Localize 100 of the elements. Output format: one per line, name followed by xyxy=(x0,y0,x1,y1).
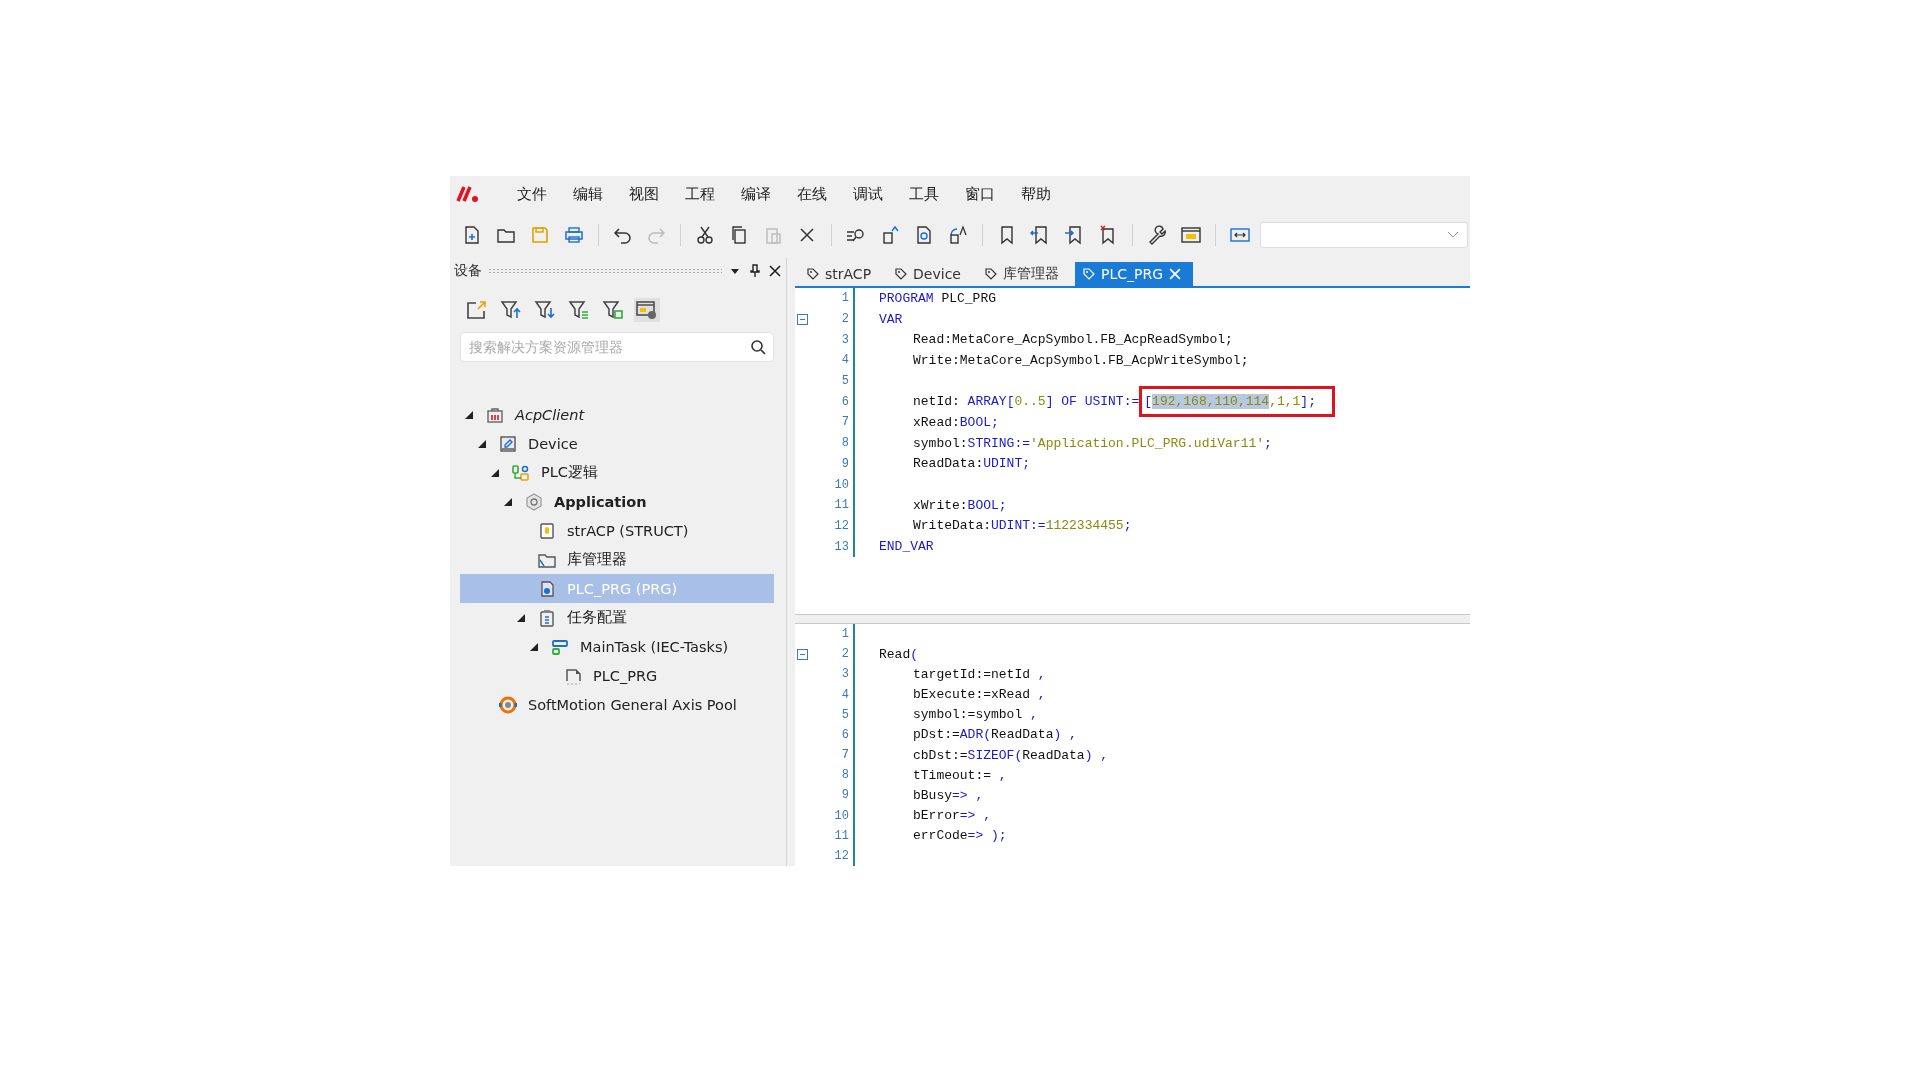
menu-item[interactable]: 编译 xyxy=(728,184,784,204)
expand-triangle-icon[interactable] xyxy=(529,641,539,652)
editor-tab[interactable]: Device xyxy=(887,262,973,286)
line-number: 10 xyxy=(833,808,850,823)
search-field[interactable]: 搜索解决方案资源管理器 xyxy=(460,332,774,362)
struct-icon xyxy=(538,521,556,540)
expand-triangle-icon[interactable] xyxy=(516,612,526,623)
line-number: 2 xyxy=(840,312,850,327)
line-number: 11 xyxy=(833,828,850,843)
line-number: 1 xyxy=(840,291,850,306)
line-number: 4 xyxy=(840,687,850,702)
code-line: Read( xyxy=(879,646,919,662)
menu-item[interactable]: 视图 xyxy=(616,184,672,204)
expand-triangle-icon[interactable] xyxy=(464,409,474,420)
code-line: cbDst:=SIZEOF(ReadData) , xyxy=(913,747,1109,763)
code-line: symbol:STRING:='Application.PLC_PRG.udiVar11'; xyxy=(913,435,1272,451)
line-number: 3 xyxy=(840,332,850,347)
code-line: ReadData:UDINT; xyxy=(913,456,1031,472)
menu-item[interactable]: 编辑 xyxy=(560,184,616,204)
line-number: 2 xyxy=(840,647,850,662)
code-line: symbol:=symbol , xyxy=(913,707,1038,723)
code-line: xWrite:BOOL; xyxy=(913,497,1007,513)
expand-triangle-icon[interactable] xyxy=(490,467,500,478)
tree-item[interactable]: strACP (STRUCT) xyxy=(460,516,774,545)
code-line: targetId:=netId , xyxy=(913,666,1046,682)
dropdown-field[interactable] xyxy=(1259,222,1469,248)
tree-item[interactable]: SoftMotion General Axis Pool xyxy=(460,690,774,719)
menu-item[interactable]: 工程 xyxy=(672,184,728,204)
line-number: 5 xyxy=(840,374,850,389)
tree-item[interactable]: PLC逻辑 xyxy=(460,458,774,487)
plc-logic-icon xyxy=(512,463,530,482)
line-number: 4 xyxy=(840,353,850,368)
menu-item[interactable]: 文件 xyxy=(504,184,560,204)
tree-item[interactable]: Device xyxy=(460,429,774,458)
line-number: 12 xyxy=(833,518,850,533)
code-line: bError=> , xyxy=(913,808,992,824)
highlighted-code-annotation: [192,168,110,114,1,1]; xyxy=(1139,386,1335,418)
tree-item[interactable]: AcpClient xyxy=(460,400,774,429)
panel-title: 设备 xyxy=(454,262,482,280)
search-icon[interactable] xyxy=(750,339,766,355)
editor-tab[interactable]: strACP xyxy=(799,262,884,286)
line-number: 8 xyxy=(840,436,850,451)
line-number: 9 xyxy=(840,788,850,803)
line-number: 1 xyxy=(840,627,850,642)
code-line: WriteData:UDINT:=1122334455; xyxy=(913,518,1132,534)
line-number: 5 xyxy=(840,707,850,722)
collapse-icon[interactable] xyxy=(797,648,808,660)
program-call-icon xyxy=(564,666,582,685)
tree-item[interactable]: 库管理器 xyxy=(460,545,774,574)
tag-icon xyxy=(985,268,997,280)
code-line: bExecute:=xRead , xyxy=(913,687,1046,703)
code-line: errCode=> ); xyxy=(913,828,1007,844)
code-line: xRead:BOOL; xyxy=(913,414,999,430)
line-number: 3 xyxy=(840,667,850,682)
code-line: END_VAR xyxy=(879,539,934,555)
line-number: 12 xyxy=(833,848,850,863)
line-number: 6 xyxy=(840,394,850,409)
tag-icon xyxy=(1083,268,1095,280)
line-number: 10 xyxy=(833,477,850,492)
pin-icon[interactable] xyxy=(748,264,762,278)
code-line: tTimeout:= , xyxy=(913,767,1007,783)
axis-pool-icon xyxy=(499,695,517,714)
tag-icon xyxy=(895,268,908,280)
code-line: PROGRAM PLC_PRG xyxy=(879,290,997,306)
code-line: VAR xyxy=(879,311,903,327)
line-number: 8 xyxy=(840,768,850,783)
tree-item[interactable]: PLC_PRG xyxy=(460,661,774,690)
code-line: bBusy=> , xyxy=(913,787,984,803)
code-line: pDst:=ADR(ReadData) , xyxy=(913,727,1077,743)
menu-item[interactable]: 工具 xyxy=(896,184,952,204)
expand-triangle-icon[interactable] xyxy=(503,496,513,507)
menu-item[interactable]: 窗口 xyxy=(952,184,1008,204)
filter-box-icon[interactable] xyxy=(600,298,626,322)
line-number: 11 xyxy=(833,498,850,513)
task-config-icon xyxy=(538,608,556,627)
tree-item[interactable]: 任务配置 xyxy=(460,603,774,632)
menu-item[interactable]: 调试 xyxy=(840,184,896,204)
line-number: 13 xyxy=(833,539,850,554)
line-number: 7 xyxy=(840,415,850,430)
expand-triangle-icon[interactable] xyxy=(477,438,487,449)
window-gear-icon[interactable] xyxy=(634,298,660,322)
code-line: Read:MetaCore_AcpSymbol.FB_AcpReadSymbol; xyxy=(913,332,1233,348)
program-icon xyxy=(538,579,556,598)
close-icon[interactable] xyxy=(768,264,782,278)
menu-item[interactable]: 在线 xyxy=(784,184,840,204)
task-icon xyxy=(551,637,569,656)
tag-icon xyxy=(807,268,819,280)
editor-tab[interactable]: PLC_PRG xyxy=(1075,262,1194,286)
project-icon xyxy=(486,405,504,424)
collapse-icon[interactable] xyxy=(797,313,808,325)
code-line: netId: ARRAY[0..5] OF USINT:= xyxy=(913,394,1140,410)
line-number: 9 xyxy=(840,456,850,471)
line-number: 7 xyxy=(840,748,850,763)
tree-item[interactable]: MainTask (IEC-Tasks) xyxy=(460,632,774,661)
tree-item[interactable]: Application xyxy=(460,487,774,516)
application-icon xyxy=(525,492,543,511)
menu-item[interactable]: 帮助 xyxy=(1008,184,1064,204)
code-line: Write:MetaCore_AcpSymbol.FB_AcpWriteSymbol; xyxy=(913,352,1249,368)
editor-tab[interactable]: 库管理器 xyxy=(977,262,1071,286)
chevron-down-icon[interactable] xyxy=(1447,231,1460,239)
